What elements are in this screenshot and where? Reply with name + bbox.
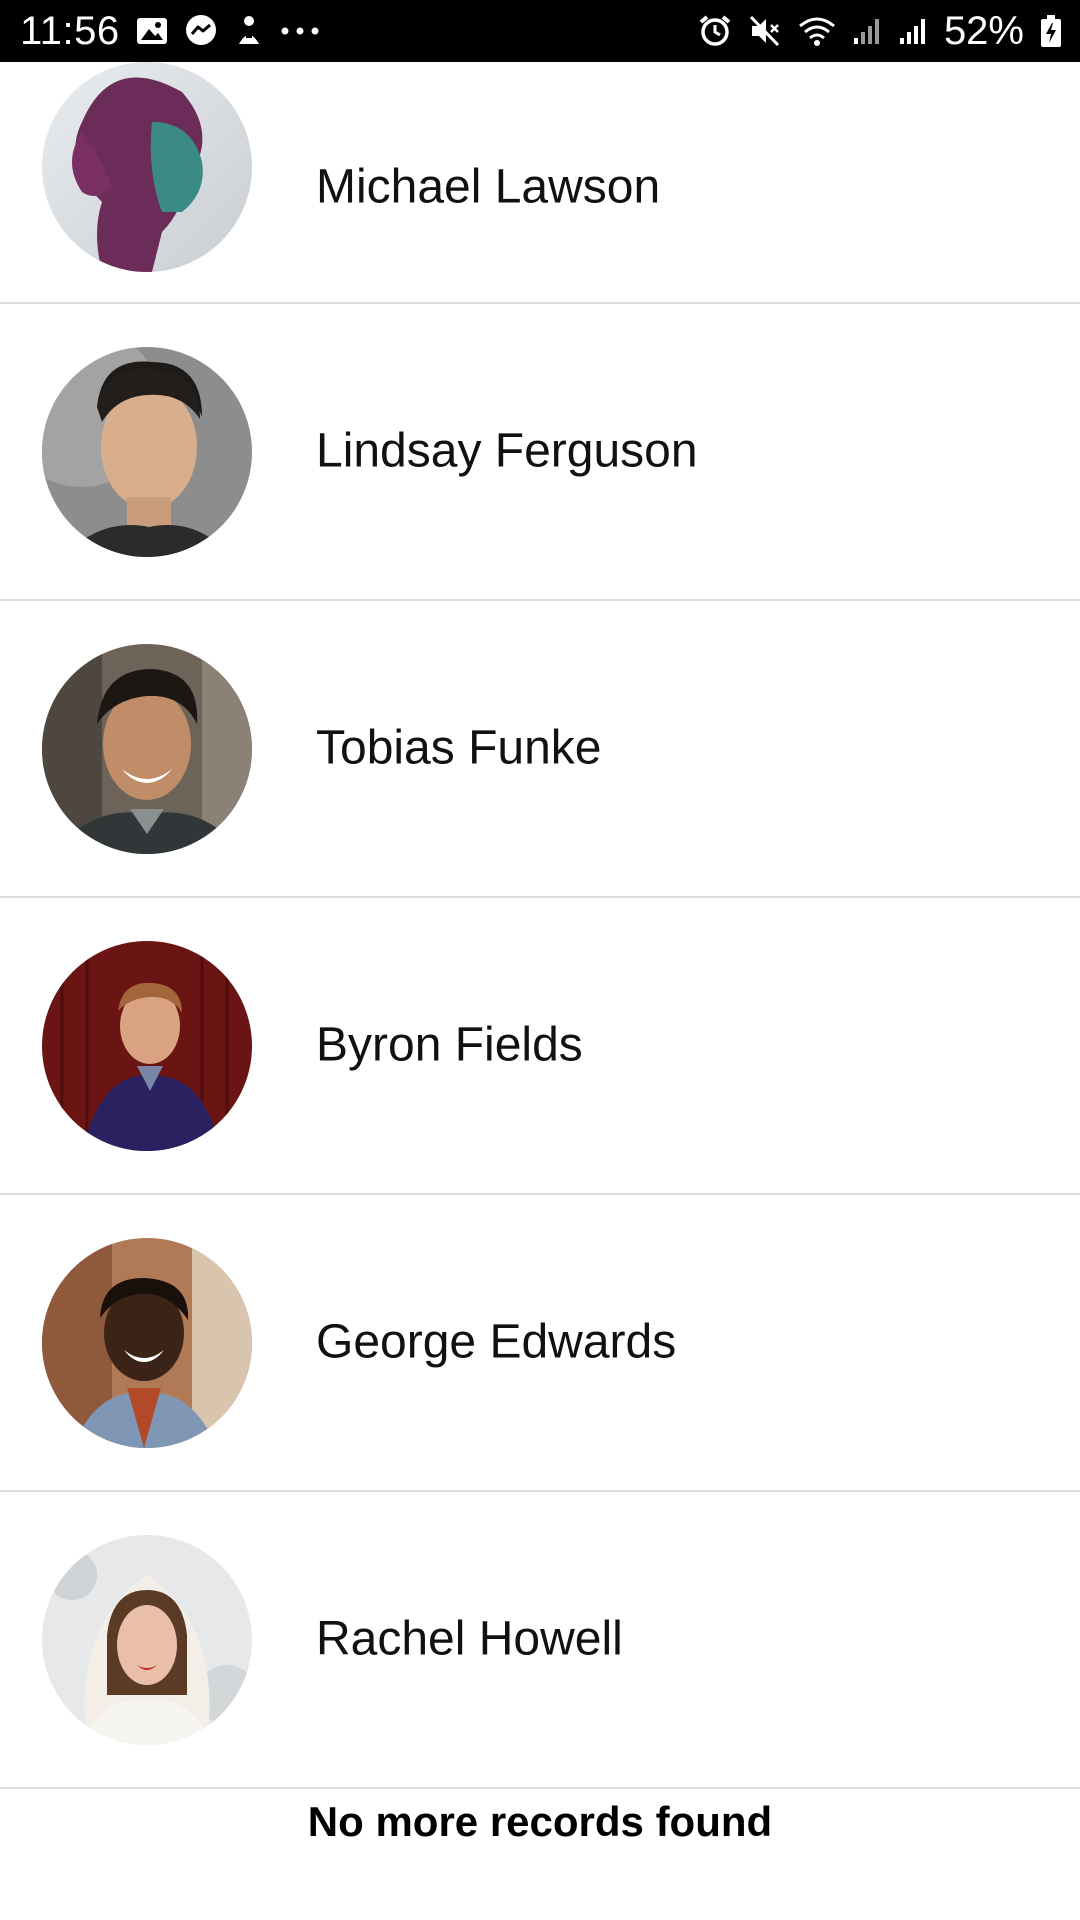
avatar [42, 644, 252, 854]
list-item[interactable]: George Edwards [0, 1195, 1080, 1492]
status-bar-left: 11:56 [20, 9, 320, 54]
contact-name: George Edwards [316, 1315, 677, 1369]
upload-icon [234, 14, 264, 48]
contact-list: Michael Lawson Lindsay Ferguson Tobias F… [0, 62, 1080, 1789]
gallery-icon [136, 17, 168, 45]
avatar [42, 1535, 252, 1745]
wifi-icon [798, 15, 836, 47]
contact-name: Tobias Funke [316, 721, 602, 775]
messenger-icon [184, 14, 218, 48]
contact-name: Rachel Howell [316, 1612, 623, 1666]
list-item[interactable]: Rachel Howell [0, 1492, 1080, 1789]
avatar [42, 941, 252, 1151]
battery-percent: 52% [943, 8, 1024, 53]
status-time: 11:56 [20, 8, 120, 53]
mute-icon [748, 14, 782, 48]
contact-name: Michael Lawson [316, 160, 661, 214]
avatar [42, 62, 252, 272]
avatar [42, 347, 252, 557]
list-item[interactable]: Tobias Funke [0, 601, 1080, 898]
more-dots-icon [280, 26, 320, 36]
status-bar: 11:56 52% [0, 0, 1080, 62]
alarm-icon [698, 14, 732, 48]
status-bar-right: 52% [698, 9, 1062, 54]
list-item[interactable]: Michael Lawson [0, 62, 1080, 304]
contact-name: Lindsay Ferguson [316, 424, 698, 478]
no-more-records-message: No more records found [307, 1798, 773, 1845]
contact-name: Byron Fields [316, 1018, 583, 1072]
signal-icon [852, 16, 882, 46]
list-item[interactable]: Byron Fields [0, 898, 1080, 1195]
battery-charging-icon [1040, 14, 1062, 48]
list-item[interactable]: Lindsay Ferguson [0, 304, 1080, 601]
avatar [42, 1238, 252, 1448]
signal-icon [898, 16, 928, 46]
